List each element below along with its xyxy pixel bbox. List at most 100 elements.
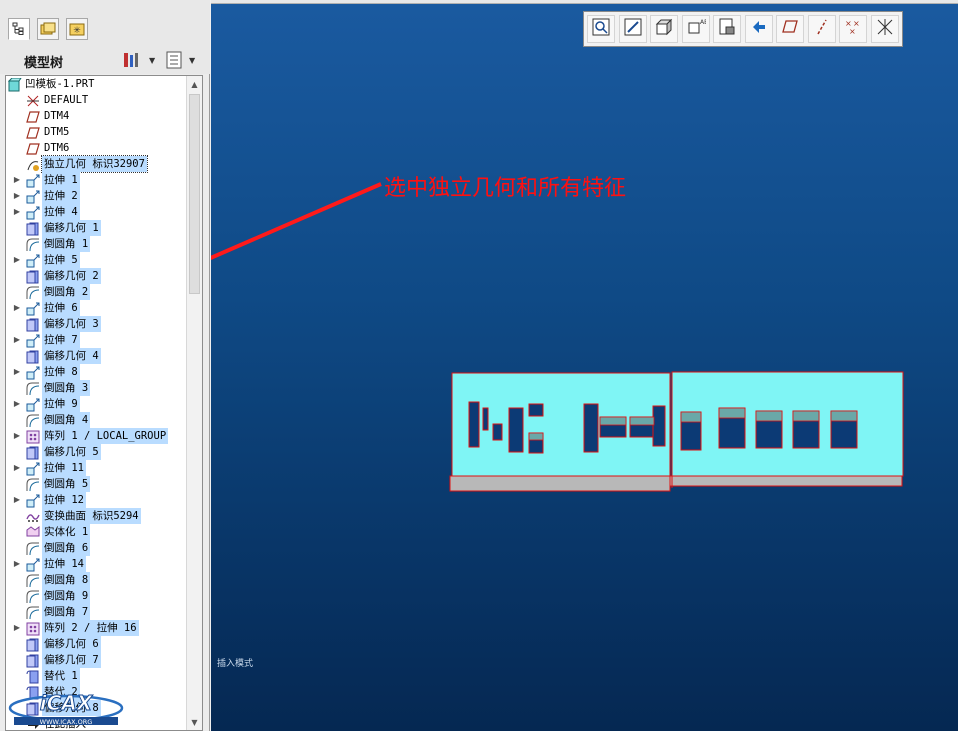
tree-item-label: 偏移几何 4 [42, 348, 101, 364]
tree-item[interactable]: 偏移几何 2 [6, 268, 186, 284]
expand-icon[interactable]: ▶ [12, 367, 22, 377]
tree-item[interactable]: 偏移几何 7 [6, 652, 186, 668]
scroll-thumb[interactable] [189, 94, 200, 294]
tree-item[interactable]: 偏移几何 6 [6, 636, 186, 652]
mold-plate-model[interactable] [449, 371, 904, 492]
tree-item[interactable]: 变换曲面 标识5294 [6, 508, 186, 524]
tree-item-label: 变换曲面 标识5294 [42, 508, 141, 524]
tree-item[interactable]: 倒圆角 1 [6, 236, 186, 252]
round-icon [26, 477, 40, 492]
model-tree[interactable]: 凹模板-1.PRT DEFAULT DTM4 DTM5 DTM6 独立几何 标识32907… [5, 75, 203, 731]
tree-scrollbar[interactable]: ▲ ▼ [186, 76, 202, 730]
tree-item[interactable]: ▶ 拉伸 12 [6, 492, 186, 508]
expand-icon[interactable]: ▶ [12, 207, 22, 217]
tree-item[interactable]: 倒圆角 4 [6, 412, 186, 428]
tree-item[interactable]: 替代 1 [6, 668, 186, 684]
offset-geometry-icon [26, 269, 40, 284]
tree-item-label: 倒圆角 2 [42, 284, 91, 300]
tree-item[interactable]: ▶ 拉伸 9 [6, 396, 186, 412]
coordinate-system-icon [26, 93, 40, 107]
tree-item[interactable]: 偏移几何 4 [6, 348, 186, 364]
tree-item[interactable]: ▶ 拉伸 8 [6, 364, 186, 380]
extrude-icon [26, 173, 40, 188]
tree-item-label: 拉伸 8 [42, 364, 80, 380]
tree-item-label: 独立几何 标识32907 [41, 155, 148, 173]
tree-item-label: 凹模板-1.PRT [25, 78, 95, 90]
tree-item[interactable]: 偏移几何 1 [6, 220, 186, 236]
tree-item[interactable]: 倒圆角 6 [6, 540, 186, 556]
scroll-down-button[interactable]: ▼ [187, 714, 202, 730]
expand-icon[interactable]: ▶ [12, 335, 22, 345]
round-icon [26, 285, 40, 300]
tree-item[interactable]: 偏移几何 3 [6, 316, 186, 332]
expand-icon[interactable]: ▶ [12, 495, 22, 505]
expand-icon[interactable]: ▶ [12, 303, 22, 313]
round-icon [26, 541, 40, 556]
tree-item[interactable]: 独立几何 标识32907 [6, 155, 186, 173]
datum-plane-icon [26, 109, 40, 123]
tree-show-button[interactable]: ▼ [166, 50, 195, 70]
tree-item[interactable]: ▶ 拉伸 2 [6, 188, 186, 204]
tree-item[interactable]: 实体化 1 [6, 524, 186, 540]
model-tree-panel: ✳ 模型树 ▼ ▼ 凹模板-1.PRT DEFAULT DTM4 DTM5 DTM6 独立… [0, 0, 210, 731]
chevron-down-icon: ▼ [189, 55, 196, 65]
round-icon [26, 413, 40, 428]
independent-geometry-icon [26, 157, 40, 171]
expand-icon[interactable]: ▶ [12, 623, 22, 633]
tree-item-label: 拉伸 7 [42, 332, 80, 348]
tree-item[interactable]: ▶ 拉伸 5 [6, 252, 186, 268]
tree-item[interactable]: ▶ 拉伸 4 [6, 204, 186, 220]
expand-icon[interactable]: ▶ [12, 559, 22, 569]
tree-item-label: 倒圆角 5 [42, 476, 91, 492]
tree-item[interactable]: ▶ 拉伸 7 [6, 332, 186, 348]
tree-item-label: 倒圆角 8 [42, 572, 91, 588]
extrude-icon [26, 365, 40, 380]
expand-icon[interactable]: ▶ [12, 175, 22, 185]
round-icon [26, 237, 40, 252]
tree-item[interactable]: DTM4 [6, 108, 186, 124]
tree-item[interactable]: 倒圆角 8 [6, 572, 186, 588]
tab-folder-browser[interactable] [37, 18, 59, 40]
tree-item-label: 拉伸 6 [42, 300, 80, 316]
tree-item[interactable]: 倒圆角 9 [6, 588, 186, 604]
tab-model-tree[interactable] [8, 18, 30, 40]
tree-item[interactable]: 倒圆角 7 [6, 604, 186, 620]
tree-item[interactable]: ▶ 拉伸 1 [6, 172, 186, 188]
tree-item-label: 拉伸 1 [42, 172, 80, 188]
tree-item[interactable]: ▶ 拉伸 14 [6, 556, 186, 572]
tree-item[interactable]: ▶ 拉伸 6 [6, 300, 186, 316]
expand-icon[interactable]: ▶ [12, 463, 22, 473]
tree-item-label: 偏移几何 5 [42, 444, 101, 460]
panel-title: 模型树 [24, 56, 64, 71]
tree-item[interactable]: ▶ 阵列 2 / 拉伸 16 [6, 620, 186, 636]
scroll-up-button[interactable]: ▲ [187, 76, 202, 92]
tree-item[interactable]: 偏移几何 5 [6, 444, 186, 460]
transform-surface-icon [26, 509, 40, 523]
expand-icon[interactable]: ▶ [12, 399, 22, 409]
tree-item[interactable]: 倒圆角 3 [6, 380, 186, 396]
model-layer [211, 182, 904, 492]
extrude-icon [26, 493, 40, 508]
tree-item-label: 偏移几何 2 [42, 268, 101, 284]
tree-item[interactable]: DTM6 [6, 140, 186, 156]
tree-item-label: 阵列 2 / 拉伸 16 [42, 620, 139, 636]
tree-item[interactable]: ▶ 拉伸 11 [6, 460, 186, 476]
tree-item-label: 拉伸 9 [42, 396, 80, 412]
tree-item[interactable]: 倒圆角 5 [6, 476, 186, 492]
expand-icon[interactable]: ▶ [12, 255, 22, 265]
expand-icon[interactable]: ▶ [12, 431, 22, 441]
tree-item-label: 拉伸 4 [42, 204, 80, 220]
graphics-window[interactable]: AB××× [211, 4, 958, 731]
tree-item[interactable]: DEFAULT [6, 92, 186, 108]
tree-item[interactable]: ▶ 阵列 1 / LOCAL_GROUP [6, 428, 186, 444]
expand-icon[interactable]: ▶ [12, 191, 22, 201]
tree-item[interactable]: 倒圆角 2 [6, 284, 186, 300]
tree-item[interactable]: 凹模板-1.PRT [6, 76, 186, 92]
list-icon [166, 51, 182, 69]
svg-text:WWW.ICAX.ORG: WWW.ICAX.ORG [40, 718, 93, 726]
tree-settings-button[interactable]: ▼ [122, 50, 155, 70]
tree-item[interactable]: DTM5 [6, 124, 186, 140]
tree-item-label: 倒圆角 3 [42, 380, 91, 396]
tab-favorites[interactable]: ✳ [66, 18, 88, 40]
tree-item-label: 倒圆角 9 [42, 588, 91, 604]
